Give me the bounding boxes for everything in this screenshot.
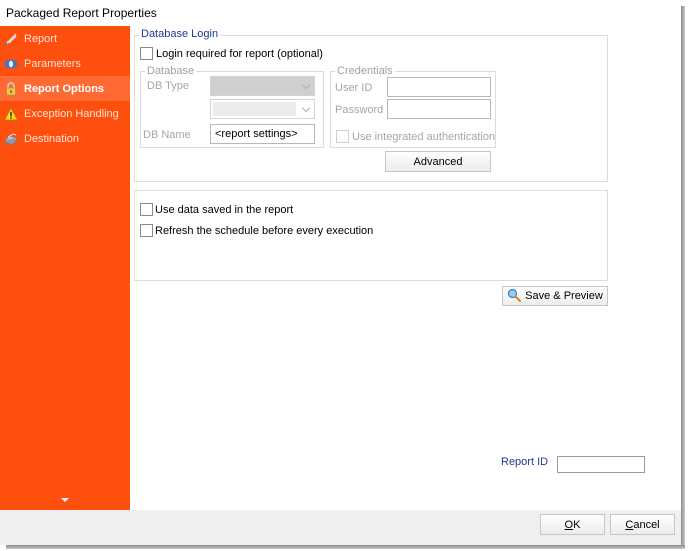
- ok-label-rest: K: [573, 518, 581, 531]
- magnifier-icon: [507, 288, 522, 305]
- credentials-subgroup-title: Credentials: [335, 65, 395, 77]
- db-name-input[interactable]: <report settings>: [210, 124, 315, 144]
- login-required-checkbox[interactable]: [140, 47, 153, 60]
- report-options-panel: Database Login Login required for report…: [130, 26, 681, 510]
- integrated-auth-checkbox[interactable]: [336, 130, 349, 143]
- database-subgroup-title: Database: [145, 65, 197, 77]
- use-saved-data-label: Use data saved in the report: [155, 204, 294, 216]
- sidebar-item-parameters[interactable]: Parameters: [0, 51, 130, 76]
- user-id-label: User ID: [335, 82, 373, 94]
- sidebar-nav: Report Parameters Report Options Excepti…: [0, 26, 130, 510]
- parameters-icon: [4, 57, 18, 71]
- title-bar: Packaged Report Properties: [0, 0, 681, 28]
- cancel-label-rest: ancel: [633, 518, 660, 531]
- dialog-footer: OK Cancel: [0, 510, 681, 545]
- sidebar-item-label: Report Options: [24, 82, 105, 95]
- db-name-label: DB Name: [143, 129, 191, 141]
- report-properties-dialog: Packaged Report Properties Report Parame…: [0, 0, 681, 545]
- lock-icon: [4, 81, 18, 96]
- sidebar-item-label: Exception Handling: [24, 107, 119, 120]
- advanced-button[interactable]: Advanced: [385, 151, 491, 172]
- user-id-input[interactable]: [387, 77, 491, 97]
- pen-icon: [4, 32, 18, 46]
- password-input[interactable]: [387, 99, 491, 119]
- refresh-schedule-label: Refresh the schedule before every execut…: [155, 225, 374, 237]
- integrated-auth-label: Use integrated authentication: [352, 131, 496, 143]
- printer-icon: [4, 132, 18, 146]
- sidebar-item-label: Report: [24, 32, 58, 45]
- db-type-select[interactable]: [210, 76, 315, 96]
- login-required-label: Login required for report (optional): [156, 48, 323, 60]
- sidebar-item-label: Destination: [24, 132, 80, 145]
- warning-icon: [3, 106, 19, 121]
- cancel-accelerator: C: [625, 518, 634, 531]
- save-preview-label: Save & Preview: [525, 290, 603, 302]
- sidebar-item-exception-handling[interactable]: Exception Handling: [0, 101, 130, 126]
- use-saved-data-checkbox[interactable]: [140, 203, 153, 216]
- window-shadow-bottom: [6, 545, 685, 549]
- window-title: Packaged Report Properties: [6, 6, 157, 20]
- password-label: Password: [335, 104, 384, 116]
- cancel-button[interactable]: Cancel: [610, 514, 675, 535]
- db-type-label: DB Type: [147, 80, 189, 92]
- sidebar-item-destination[interactable]: Destination: [0, 126, 130, 151]
- ok-button[interactable]: OK: [540, 514, 605, 535]
- sidebar-item-report[interactable]: Report: [0, 26, 130, 51]
- sidebar-item-report-options[interactable]: Report Options: [0, 76, 130, 101]
- report-id-label: Report ID: [501, 456, 549, 468]
- refresh-schedule-checkbox[interactable]: [140, 224, 153, 237]
- sidebar-item-label: Parameters: [24, 57, 81, 70]
- chevron-down-icon: [301, 103, 311, 113]
- triangle-down-icon[interactable]: [61, 498, 69, 502]
- server-name-select[interactable]: [210, 99, 315, 119]
- report-id-input[interactable]: [557, 456, 645, 473]
- database-login-title: Database Login: [139, 28, 221, 40]
- save-preview-button[interactable]: Save & Preview: [502, 286, 608, 306]
- chevron-down-icon: [301, 80, 311, 90]
- window-shadow-right: [681, 6, 685, 549]
- ok-accelerator: O: [564, 518, 574, 531]
